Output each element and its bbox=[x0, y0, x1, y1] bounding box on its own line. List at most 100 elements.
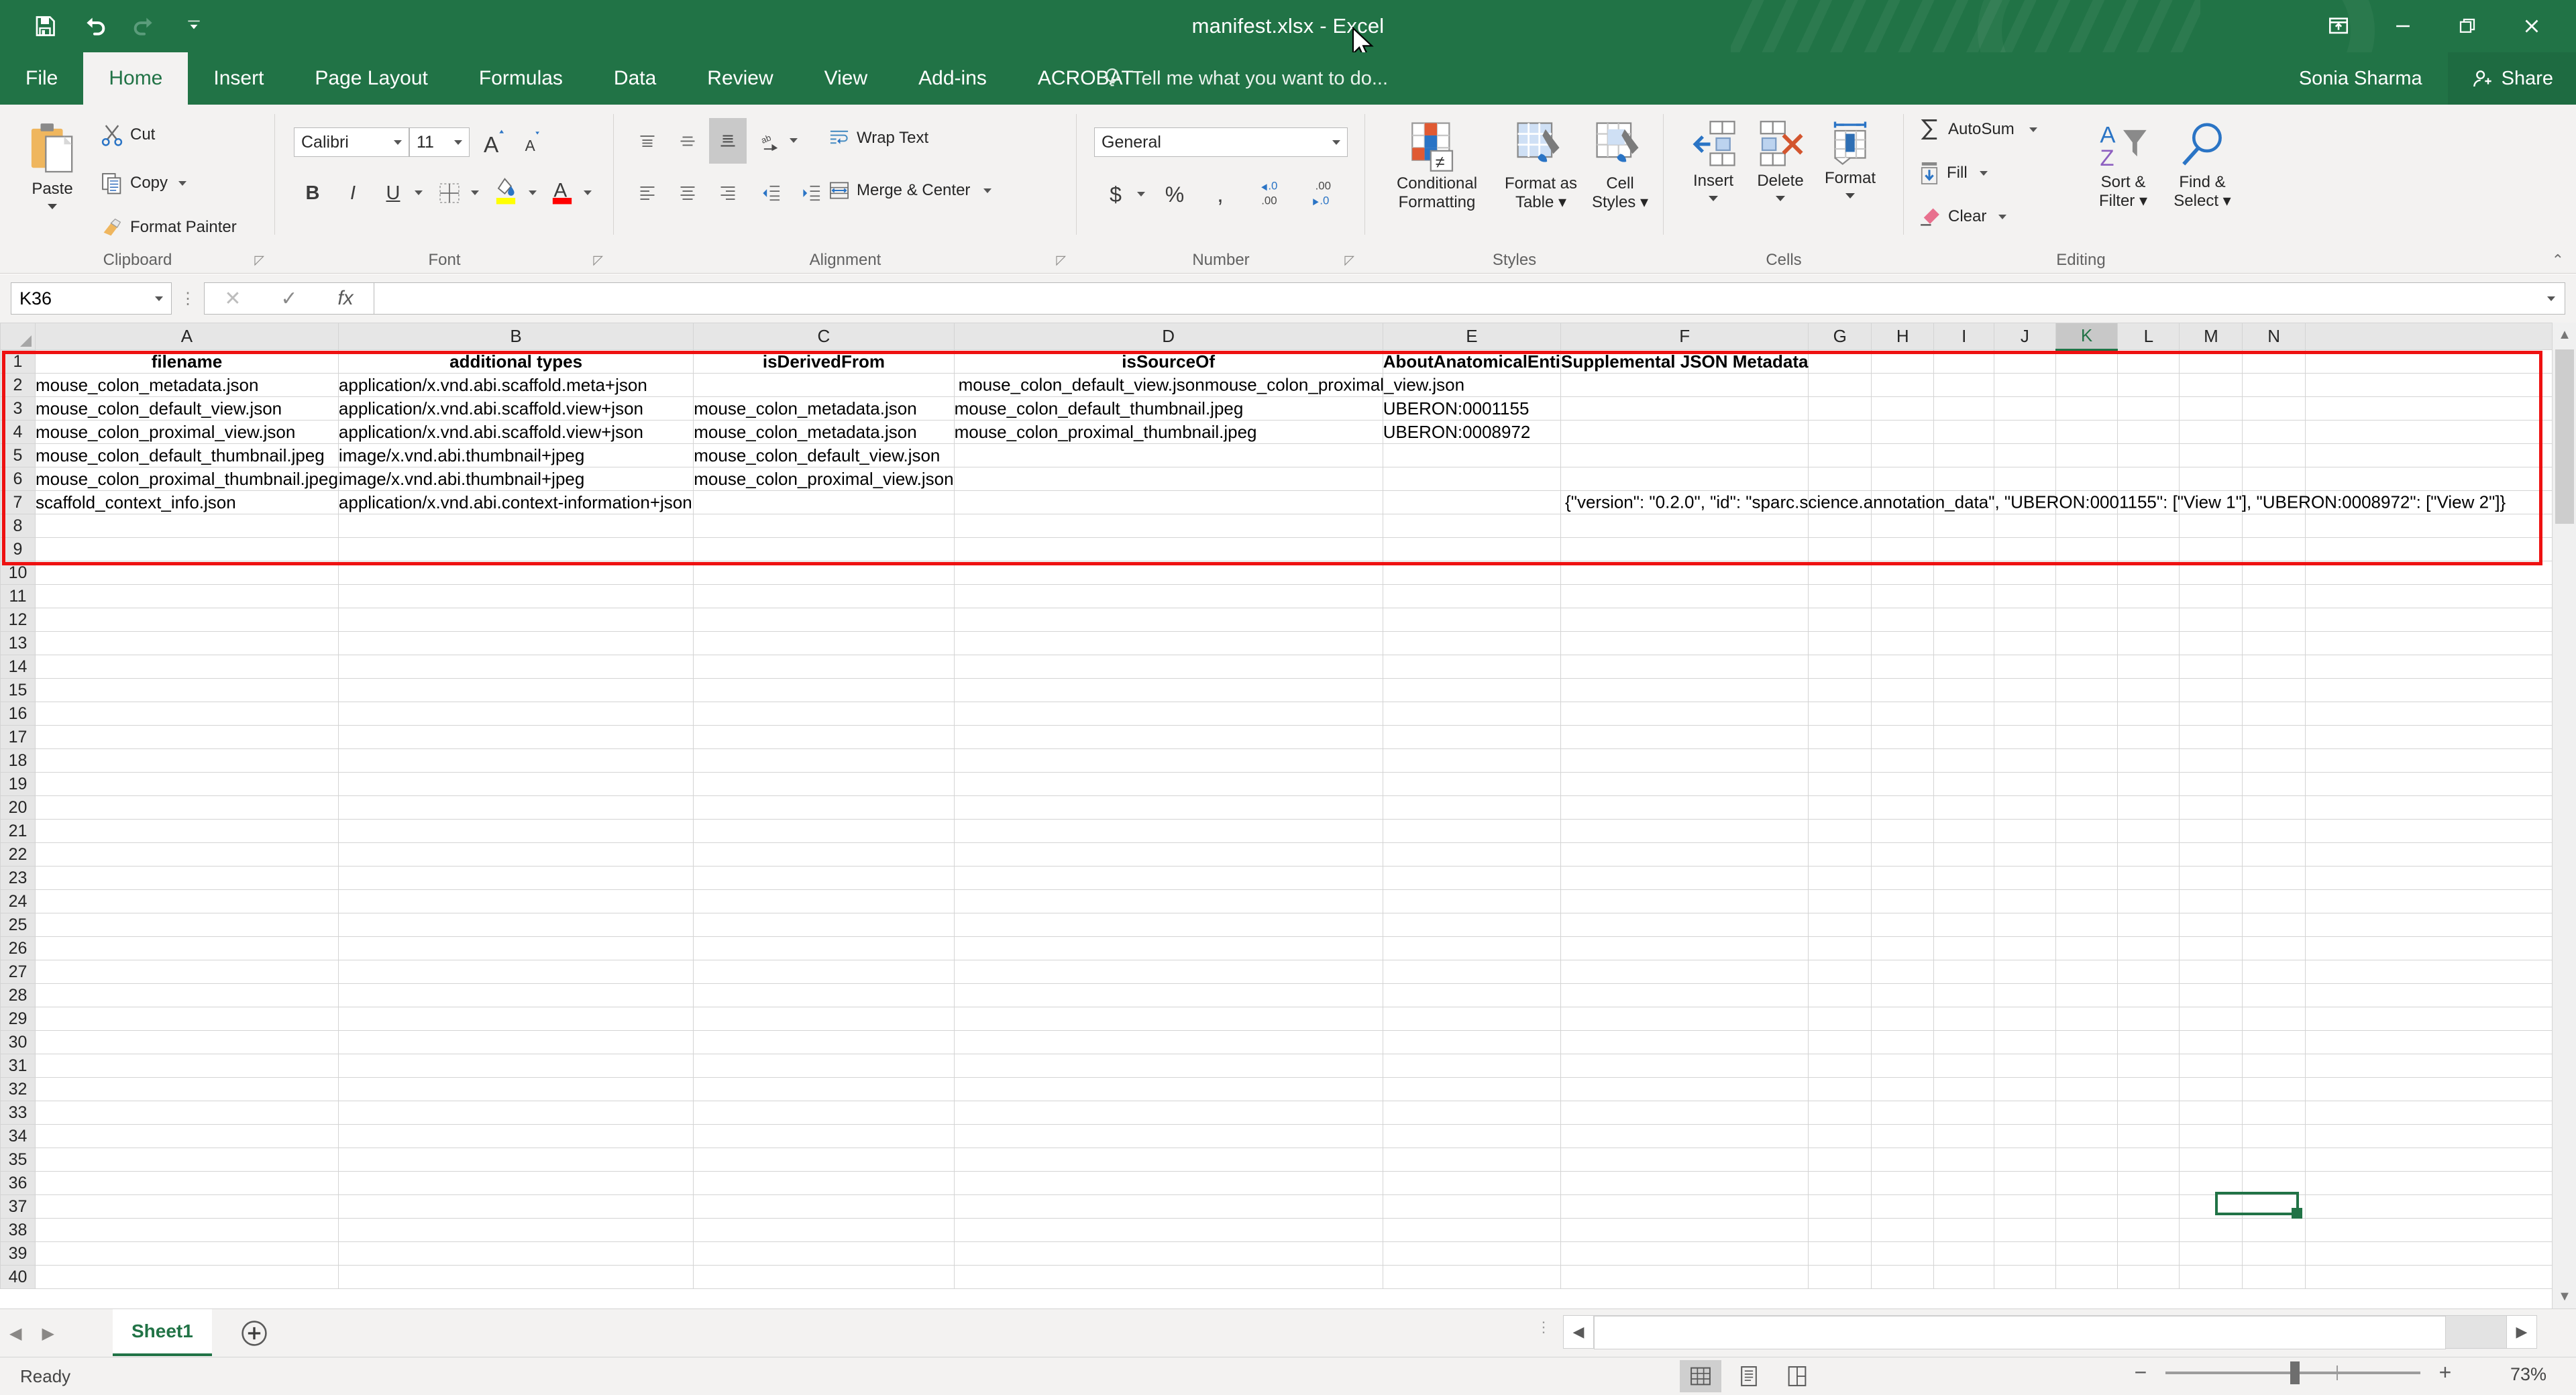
cell-I26[interactable] bbox=[1933, 936, 1995, 960]
column-header-d[interactable]: D bbox=[953, 323, 1383, 350]
cell-C21[interactable] bbox=[693, 819, 955, 843]
cell-B19[interactable] bbox=[337, 772, 694, 796]
align-right-button[interactable] bbox=[709, 176, 747, 211]
row-header-31[interactable]: 31 bbox=[0, 1054, 36, 1078]
cell-L28[interactable] bbox=[2117, 983, 2180, 1007]
cell-C2[interactable] bbox=[693, 373, 955, 397]
cell-N3[interactable] bbox=[2242, 396, 2306, 421]
cell-N1[interactable] bbox=[2242, 349, 2306, 374]
cell-D7[interactable] bbox=[953, 490, 1383, 514]
cell-I10[interactable] bbox=[1933, 561, 1995, 585]
row-header-38[interactable]: 38 bbox=[0, 1218, 36, 1242]
cell-I31[interactable] bbox=[1933, 1054, 1995, 1078]
cell-D6[interactable] bbox=[953, 467, 1383, 491]
insert-function-icon[interactable]: fx bbox=[317, 283, 374, 314]
cell-G18[interactable] bbox=[1808, 748, 1872, 773]
cell-E40[interactable] bbox=[1382, 1265, 1562, 1289]
cell-B12[interactable] bbox=[337, 608, 694, 632]
cell-K12[interactable] bbox=[2055, 608, 2118, 632]
cell-D1[interactable]: isSourceOf bbox=[953, 349, 1383, 374]
cell-N27[interactable] bbox=[2242, 960, 2306, 984]
user-name[interactable]: Sonia Sharma bbox=[2299, 68, 2448, 90]
cell-H27[interactable] bbox=[1871, 960, 1935, 984]
cell-L30[interactable] bbox=[2117, 1030, 2180, 1054]
cell-B15[interactable] bbox=[337, 678, 694, 702]
alignment-dialog-launcher-icon[interactable]: ◸ bbox=[1056, 253, 1066, 268]
cell-K6[interactable] bbox=[2055, 467, 2118, 491]
cell-B27[interactable] bbox=[337, 960, 694, 984]
cell-J34[interactable] bbox=[1994, 1124, 2056, 1148]
cell-D18[interactable] bbox=[953, 748, 1383, 773]
zoom-slider-track[interactable] bbox=[2165, 1361, 2420, 1384]
cell-L38[interactable] bbox=[2117, 1218, 2180, 1242]
cell-H36[interactable] bbox=[1871, 1171, 1935, 1195]
cell-D34[interactable] bbox=[953, 1124, 1383, 1148]
cell-D9[interactable] bbox=[953, 537, 1383, 561]
cell-K13[interactable] bbox=[2055, 631, 2118, 655]
cell-B33[interactable] bbox=[337, 1101, 694, 1125]
cell-L17[interactable] bbox=[2117, 725, 2180, 749]
cell-K29[interactable] bbox=[2055, 1007, 2118, 1031]
cell-A9[interactable] bbox=[34, 537, 339, 561]
formula-input[interactable] bbox=[374, 282, 2565, 315]
cell-H18[interactable] bbox=[1871, 748, 1935, 773]
cell-J30[interactable] bbox=[1994, 1030, 2056, 1054]
fill-color-button[interactable] bbox=[487, 173, 525, 208]
cell-K1[interactable] bbox=[2055, 349, 2118, 374]
cell-L26[interactable] bbox=[2117, 936, 2180, 960]
cell-B30[interactable] bbox=[337, 1030, 694, 1054]
row-header-16[interactable]: 16 bbox=[0, 702, 36, 726]
cell-A27[interactable] bbox=[34, 960, 339, 984]
cell-E31[interactable] bbox=[1382, 1054, 1562, 1078]
cell-B26[interactable] bbox=[337, 936, 694, 960]
collapse-ribbon-icon[interactable]: ⌃ bbox=[2552, 252, 2564, 269]
cell-A38[interactable] bbox=[34, 1218, 339, 1242]
cell-L2[interactable] bbox=[2117, 373, 2180, 397]
cell-B16[interactable] bbox=[337, 702, 694, 726]
row-header-12[interactable]: 12 bbox=[0, 608, 36, 632]
cell-B28[interactable] bbox=[337, 983, 694, 1007]
cell-M11[interactable] bbox=[2179, 584, 2243, 608]
font-color-button[interactable]: A bbox=[543, 173, 581, 208]
cell-D30[interactable] bbox=[953, 1030, 1383, 1054]
cell-B4[interactable]: application/x.vnd.abi.scaffold.view+json bbox=[337, 420, 694, 444]
cell-G26[interactable] bbox=[1808, 936, 1872, 960]
cell-J24[interactable] bbox=[1994, 889, 2056, 913]
cell-N13[interactable] bbox=[2242, 631, 2306, 655]
cell-E36[interactable] bbox=[1382, 1171, 1562, 1195]
cell-M8[interactable] bbox=[2179, 514, 2243, 538]
cell-L15[interactable] bbox=[2117, 678, 2180, 702]
row-header-1[interactable]: 1 bbox=[0, 349, 36, 374]
row-header-25[interactable]: 25 bbox=[0, 913, 36, 937]
column-header-h[interactable]: H bbox=[1871, 323, 1935, 350]
cell-J11[interactable] bbox=[1994, 584, 2056, 608]
cell-H5[interactable] bbox=[1871, 443, 1935, 467]
cell-D14[interactable] bbox=[953, 655, 1383, 679]
cell-B20[interactable] bbox=[337, 795, 694, 820]
cell-C19[interactable] bbox=[693, 772, 955, 796]
font-size-input[interactable]: 11 bbox=[409, 127, 470, 157]
cell-G28[interactable] bbox=[1808, 983, 1872, 1007]
paste-dropdown-icon[interactable] bbox=[48, 203, 57, 209]
cell-H24[interactable] bbox=[1871, 889, 1935, 913]
cell-C1[interactable]: isDerivedFrom bbox=[693, 349, 955, 374]
cell-C17[interactable] bbox=[693, 725, 955, 749]
cell-H2[interactable] bbox=[1871, 373, 1935, 397]
scroll-right-icon[interactable]: ▶ bbox=[2506, 1315, 2537, 1349]
cell-E22[interactable] bbox=[1382, 842, 1562, 867]
row-header-5[interactable]: 5 bbox=[0, 443, 36, 467]
row-header-23[interactable]: 23 bbox=[0, 866, 36, 890]
cell-G14[interactable] bbox=[1808, 655, 1872, 679]
cell-A15[interactable] bbox=[34, 678, 339, 702]
percent-format-button[interactable]: % bbox=[1156, 177, 1193, 212]
cell-M15[interactable] bbox=[2179, 678, 2243, 702]
cell-C34[interactable] bbox=[693, 1124, 955, 1148]
cell-M32[interactable] bbox=[2179, 1077, 2243, 1101]
cell-L21[interactable] bbox=[2117, 819, 2180, 843]
close-icon[interactable] bbox=[2500, 3, 2564, 50]
enter-formula-icon[interactable]: ✓ bbox=[261, 283, 317, 314]
cell-F28[interactable] bbox=[1560, 983, 1809, 1007]
cell-C12[interactable] bbox=[693, 608, 955, 632]
cell-I24[interactable] bbox=[1933, 889, 1995, 913]
cell-M26[interactable] bbox=[2179, 936, 2243, 960]
